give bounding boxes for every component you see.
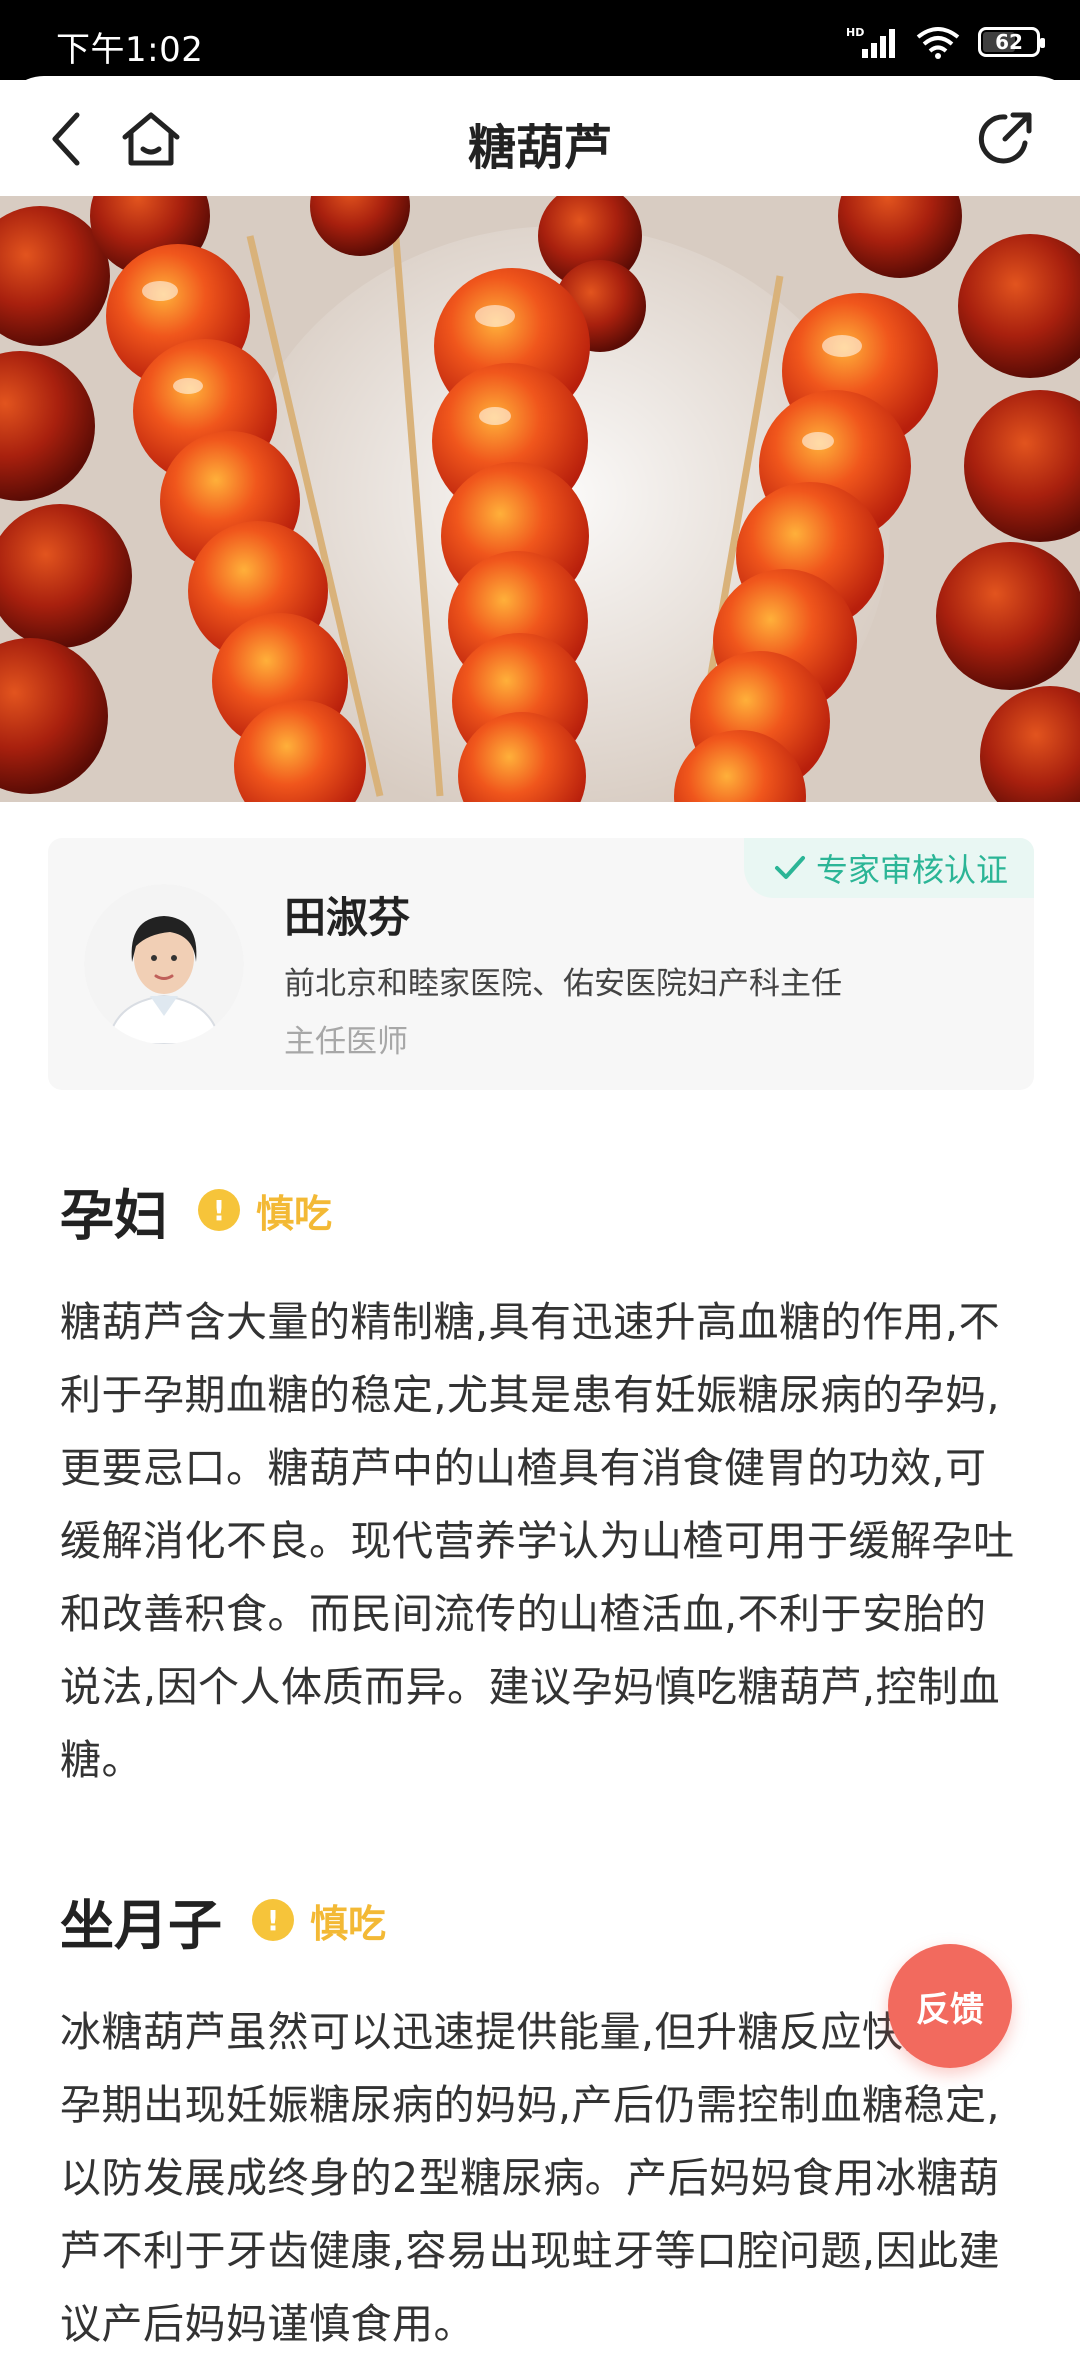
expert-organization: 前北京和睦家医院、佑安医院妇产科主任: [284, 966, 842, 1002]
page-title: 糖葫芦: [467, 120, 612, 176]
feedback-button[interactable]: 反馈: [888, 1944, 1012, 2068]
network-type-label: HD: [846, 26, 864, 39]
hero-image: [0, 196, 1080, 802]
expert-title: 主任医师: [284, 1024, 408, 1060]
section-pregnant: 孕妇 ! 慎吃 糖葫芦含大量的精制糖,具有迅速升高血糖的作用,不利于孕期血糖的稳…: [60, 1170, 1020, 1797]
section-body: 冰糖葫芦虽然可以迅速提供能量,但升糖反应快,对于孕期出现妊娠糖尿病的妈妈,产后仍…: [60, 2008, 1001, 2348]
signal-icon: HD: [846, 26, 895, 58]
section-status: 慎吃: [256, 1191, 333, 1236]
section-body: 糖葫芦含大量的精制糖,具有迅速升高血糖的作用,不利于孕期血糖的稳定,尤其是患有妊…: [60, 1298, 1015, 1784]
check-icon: [774, 856, 805, 879]
wifi-icon: [916, 27, 960, 59]
avatar: [84, 884, 244, 1044]
battery-icon: 62: [978, 27, 1045, 57]
candied-hawthorn-photo: [0, 196, 1080, 802]
nav-bar: 糖葫芦: [0, 76, 1080, 196]
section-header: 坐月子 ! 慎吃: [60, 1880, 1020, 1960]
section-status: 慎吃: [310, 1901, 387, 1946]
expert-name: 田淑芬: [284, 893, 411, 942]
warning-icon: !: [198, 1189, 240, 1231]
section-postpartum: 坐月子 ! 慎吃 冰糖葫芦虽然可以迅速提供能量,但升糖反应快,对于孕期出现妊娠糖…: [60, 1880, 1020, 2361]
doctor-avatar-icon: [84, 884, 244, 1044]
center-skewer: [432, 268, 590, 802]
share-button[interactable]: [970, 104, 1040, 174]
expert-card[interactable]: 专家审核认证 田淑芬 前北京和睦家医院、佑安医院妇产科主任 主任医师: [48, 838, 1034, 1090]
warning-icon: !: [252, 1899, 294, 1941]
status-time: 下午1:02: [56, 30, 204, 70]
status-bar: 下午1:02 HD 62: [0, 0, 1080, 80]
status-icons: HD 62: [846, 24, 1045, 60]
battery-percent: 62: [995, 30, 1023, 54]
expert-verified-badge: 专家审核认证: [743, 838, 1034, 898]
section-title: 坐月子: [60, 1893, 222, 1957]
share-icon: [978, 112, 1032, 164]
section-title: 孕妇: [60, 1183, 168, 1247]
expert-badge-label: 专家审核认证: [815, 851, 1008, 889]
section-header: 孕妇 ! 慎吃: [60, 1170, 1020, 1250]
